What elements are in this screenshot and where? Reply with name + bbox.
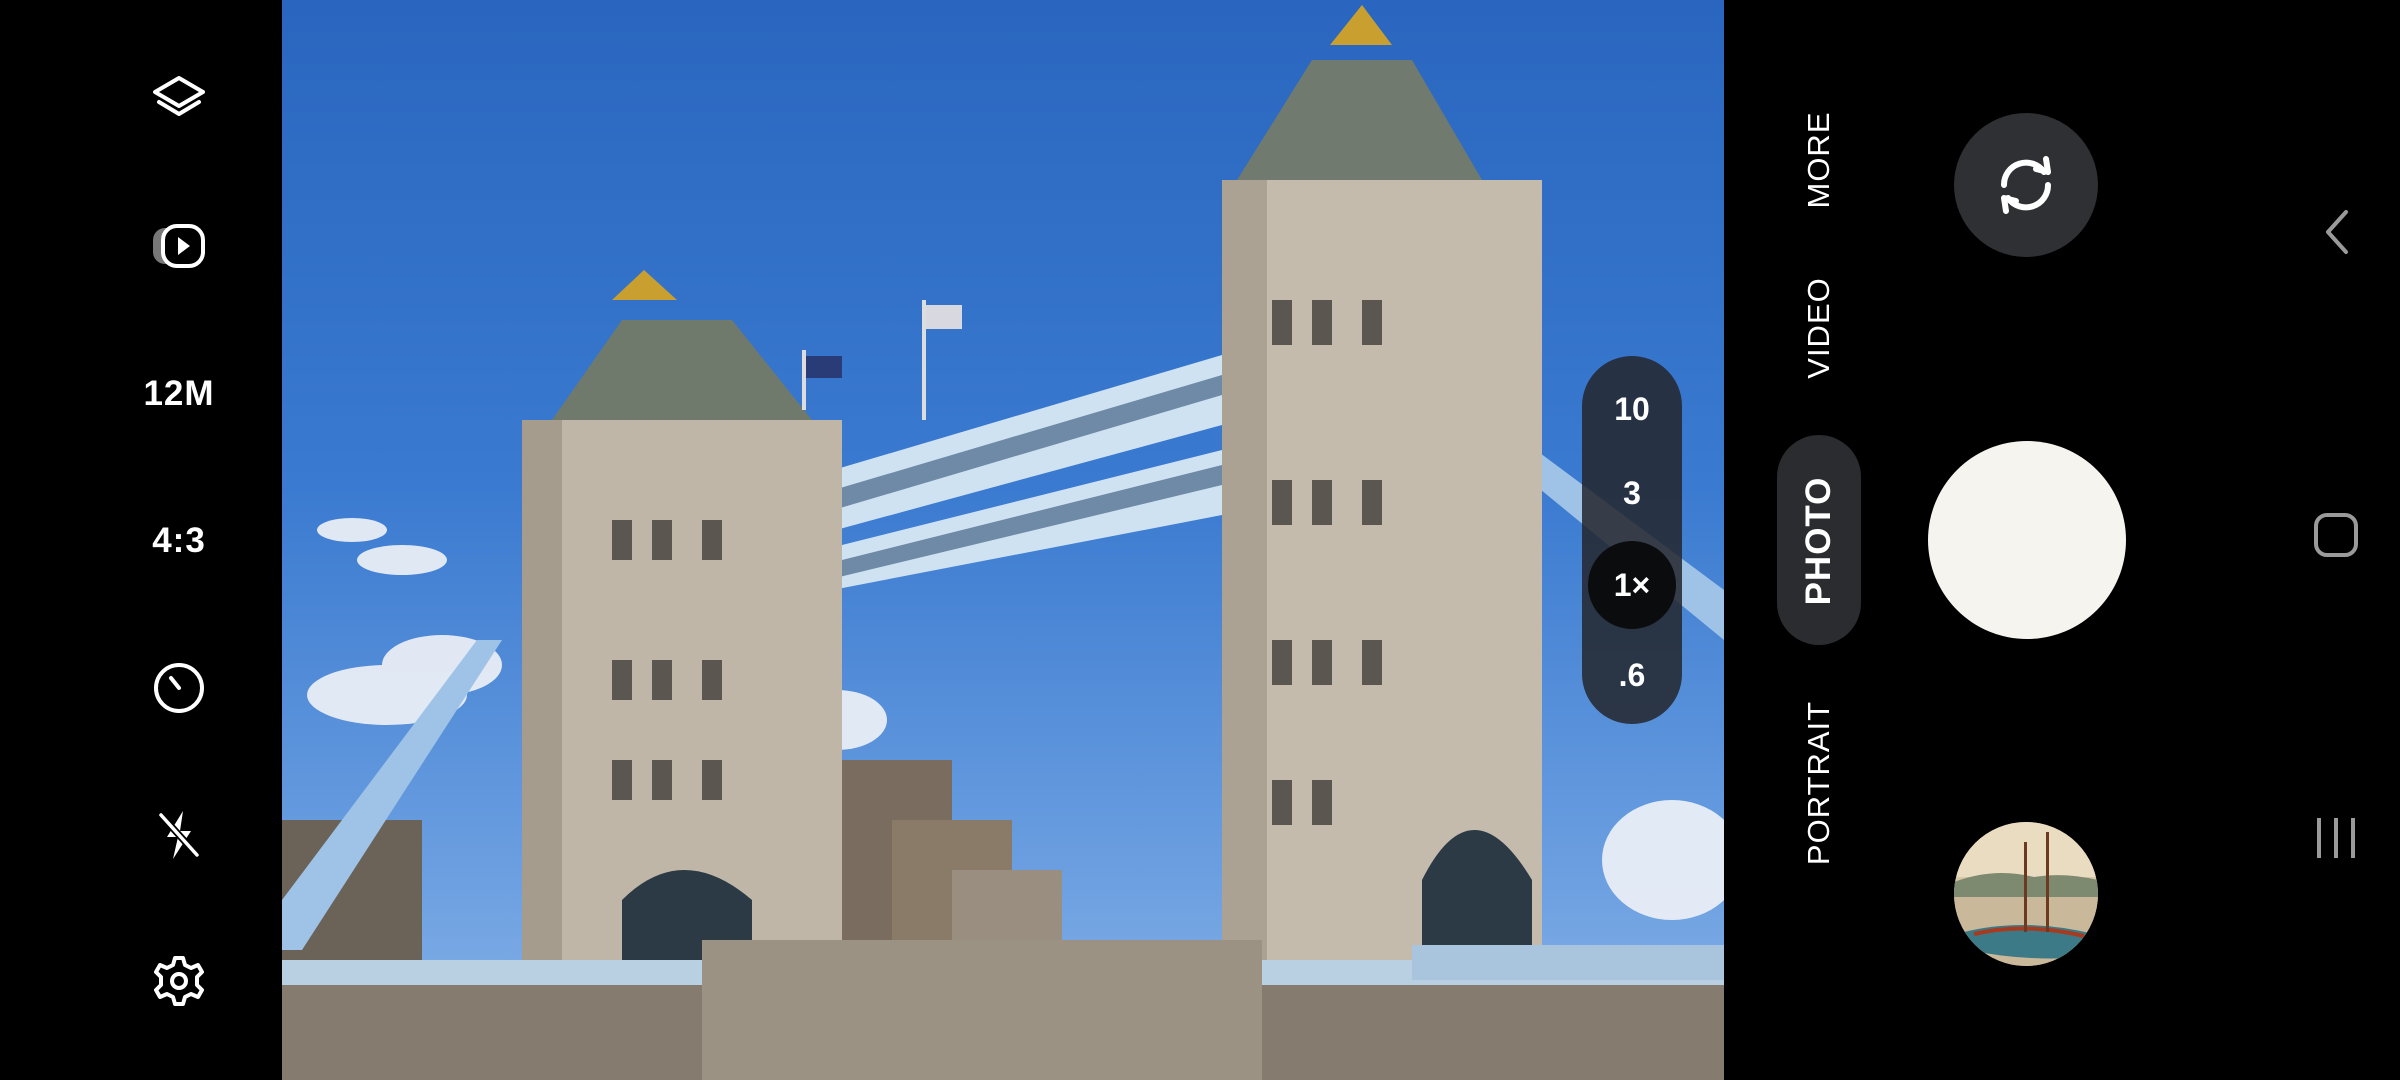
mode-video[interactable]: VIDEO xyxy=(1799,218,1839,438)
timer-icon xyxy=(154,663,204,713)
resolution-button[interactable]: 12M xyxy=(119,349,239,439)
flash-button[interactable] xyxy=(119,790,239,880)
zoom-option-1x[interactable]: 1× xyxy=(1582,541,1682,629)
zoom-option-label: .6 xyxy=(1618,656,1646,693)
zoom-option-3x[interactable]: 3 xyxy=(1582,458,1682,528)
zoom-option-label: 10 xyxy=(1614,390,1650,427)
gallery-preview-image xyxy=(1954,822,2098,966)
back-button[interactable] xyxy=(2306,202,2366,262)
aspect-ratio-label: 4:3 xyxy=(152,521,206,560)
zoom-option-10x[interactable]: 10 xyxy=(1582,374,1682,444)
zoom-option-label: 1× xyxy=(1613,566,1651,603)
zoom-option-label: 3 xyxy=(1623,474,1641,511)
shutter-button[interactable] xyxy=(1928,441,2126,639)
motion-photo-button[interactable] xyxy=(119,201,239,291)
recents-button[interactable] xyxy=(2306,808,2366,868)
recents-icon xyxy=(2317,818,2355,858)
zoom-option-0-6x[interactable]: .6 xyxy=(1582,640,1682,710)
camera-settings-rail: 12M 4:3 xyxy=(0,0,282,1080)
home-icon xyxy=(2314,513,2358,557)
camera-viewfinder[interactable] xyxy=(282,0,1724,1080)
filters-icon xyxy=(153,76,205,116)
switch-camera-icon xyxy=(2000,156,2052,214)
settings-button[interactable] xyxy=(119,936,239,1026)
mode-photo[interactable]: PHOTO xyxy=(1799,431,1839,651)
switch-camera-button[interactable] xyxy=(1954,113,2098,257)
viewfinder-scene-image xyxy=(282,5,1724,1080)
filters-button[interactable] xyxy=(119,55,239,145)
timer-button[interactable] xyxy=(119,643,239,733)
gallery-thumbnail[interactable] xyxy=(1954,822,2098,966)
motion-photo-icon xyxy=(153,224,205,268)
settings-icon xyxy=(154,956,204,1006)
back-icon xyxy=(2326,210,2348,254)
mode-portrait[interactable]: PORTRAIT xyxy=(1799,673,1839,893)
home-button[interactable] xyxy=(2306,505,2366,565)
aspect-ratio-button[interactable]: 4:3 xyxy=(119,496,239,586)
flash-off-icon xyxy=(158,811,200,859)
resolution-label: 12M xyxy=(143,374,215,413)
